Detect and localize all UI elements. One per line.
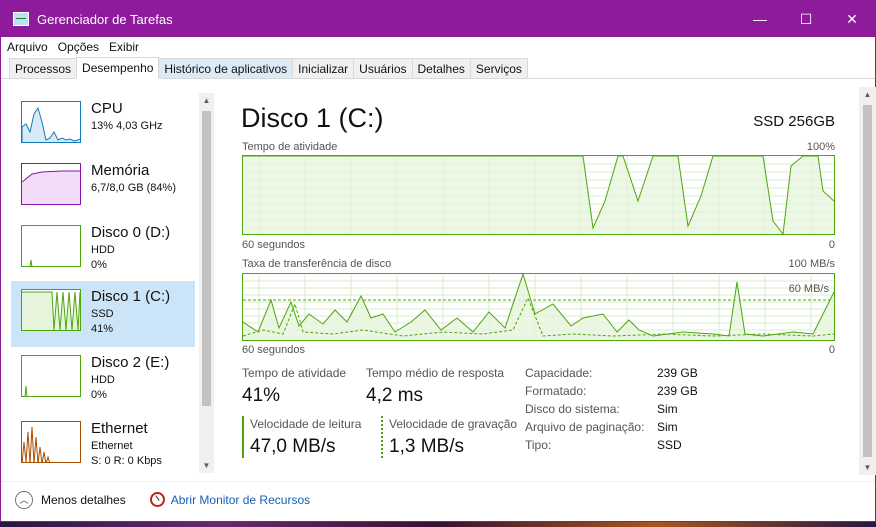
response-time-label: Tempo médio de resposta	[366, 366, 505, 380]
sidebar-item-disco-1[interactable]: Disco 1 (C:) SSD 41%	[11, 281, 195, 347]
tab-bar: Processos Desempenho Histórico de aplica…	[1, 57, 875, 79]
memory-thumbnail-graph	[21, 163, 81, 205]
menu-exibir[interactable]: Exibir	[109, 40, 139, 54]
read-speed-label: Velocidade de leitura	[250, 417, 362, 431]
tab-processos[interactable]: Processos	[9, 58, 78, 78]
sidebar-item-detail: 6,7/8,0 GB (84%)	[91, 182, 176, 194]
sidebar-item-detail: SSD	[91, 308, 114, 320]
sidebar-scrollbar[interactable]: ▲ ▼	[199, 93, 214, 473]
disk1-thumbnail-graph	[21, 289, 81, 331]
activity-time-graph	[242, 155, 835, 236]
maximize-button[interactable]: ☐	[783, 1, 829, 37]
property-value: 239 GB	[657, 366, 698, 380]
minimize-button[interactable]: —	[737, 1, 783, 37]
property-value: 239 GB	[657, 384, 698, 398]
write-speed-marker	[381, 416, 383, 458]
property-key: Formatado:	[525, 384, 587, 398]
disk2-thumbnail-graph	[21, 355, 81, 397]
sidebar-item-disco-0[interactable]: Disco 0 (D:) HDD 0%	[11, 217, 195, 283]
property-value: Sim	[657, 402, 678, 416]
scroll-up-arrow-icon[interactable]: ▲	[199, 93, 214, 108]
sidebar-item-value: 41%	[91, 323, 114, 335]
write-speed-value: 1,3 MB/s	[389, 436, 464, 457]
title-bar[interactable]: Gerenciador de Tarefas — ☐ ✕	[1, 1, 875, 37]
disk-model: SSD 256GB	[753, 113, 835, 130]
activity-graph-max: 100%	[806, 141, 835, 153]
tab-servicos[interactable]: Serviços	[469, 58, 528, 78]
open-resource-monitor-link[interactable]: Abrir Monitor de Recursos	[171, 493, 310, 507]
menu-arquivo[interactable]: Arquivo	[7, 40, 48, 54]
resource-monitor-icon[interactable]	[149, 492, 165, 507]
scroll-down-arrow-icon[interactable]: ▼	[859, 460, 876, 475]
sidebar-item-value: 0%	[91, 259, 107, 271]
tab-usuarios[interactable]: Usuários	[353, 58, 413, 78]
chevron-up-icon[interactable]: ︿	[15, 490, 33, 509]
transfer-graph-xlabel: 60 segundos	[242, 344, 305, 356]
sidebar-item-memoria[interactable]: Memória 6,7/8,0 GB (84%)	[11, 155, 195, 221]
activity-graph-label: Tempo de atividade	[242, 141, 338, 153]
scroll-down-arrow-icon[interactable]: ▼	[199, 458, 214, 473]
sidebar-item-label: Ethernet	[91, 420, 148, 437]
property-key: Capacidade:	[525, 366, 593, 380]
active-time-label: Tempo de atividade	[242, 366, 347, 380]
property-key: Arquivo de paginação:	[525, 420, 645, 434]
property-key: Disco do sistema:	[525, 402, 620, 416]
page-title: Disco 1 (C:)	[241, 103, 384, 133]
transfer-rate-graph	[242, 272, 835, 341]
sidebar-item-label: Disco 2 (E:)	[91, 354, 170, 371]
menu-opcoes[interactable]: Opções	[58, 40, 99, 54]
property-value: SSD	[657, 438, 682, 452]
scroll-up-arrow-icon[interactable]: ▲	[859, 87, 876, 102]
sidebar-item-detail: 13% 4,03 GHz	[91, 120, 163, 132]
disk0-thumbnail-graph	[21, 225, 81, 267]
performance-sidebar: CPU 13% 4,03 GHz Memória 6,7/8,0 GB (84%…	[11, 93, 199, 473]
main-scrollbar[interactable]: ▲ ▼	[859, 87, 876, 475]
sidebar-item-detail: HDD	[91, 374, 115, 386]
read-speed-marker	[242, 416, 244, 458]
activity-graph-min: 0	[828, 239, 835, 251]
sidebar-item-ethernet[interactable]: Ethernet Ethernet S: 0 R: 0 Kbps	[11, 413, 195, 473]
transfer-graph-min: 0	[828, 344, 835, 356]
tab-inicializar[interactable]: Inicializar	[292, 58, 355, 78]
sidebar-scroll-thumb[interactable]	[202, 111, 211, 406]
task-manager-window: Gerenciador de Tarefas — ☐ ✕ Arquivo Opç…	[0, 0, 876, 522]
disk-detail-panel: Disco 1 (C:) SSD 256GB Tempo de atividad…	[227, 93, 847, 473]
less-details-button[interactable]: Menos detalhes	[41, 493, 126, 507]
response-time-value: 4,2 ms	[366, 385, 424, 406]
sidebar-item-disco-2[interactable]: Disco 2 (E:) HDD 0%	[11, 347, 195, 413]
tab-detalhes[interactable]: Detalhes	[411, 58, 471, 78]
footer-bar: ︿ Menos detalhes Abrir Monitor de Recurs…	[1, 481, 875, 517]
cpu-thumbnail-graph	[21, 101, 81, 143]
sidebar-item-detail: Ethernet	[91, 440, 133, 452]
main-scroll-thumb[interactable]	[863, 105, 872, 457]
sidebar-item-label: Memória	[91, 162, 150, 179]
transfer-graph-ref: 60 MB/s	[788, 283, 829, 295]
sidebar-item-value: 0%	[91, 389, 107, 401]
sidebar-item-label: Disco 0 (D:)	[91, 224, 171, 241]
property-value: Sim	[657, 420, 678, 434]
tab-historico[interactable]: Histórico de aplicativos	[158, 58, 294, 78]
read-speed-value: 47,0 MB/s	[250, 436, 336, 457]
property-key: Tipo:	[525, 438, 552, 452]
active-time-value: 41%	[242, 385, 281, 406]
transfer-graph-max: 100 MB/s	[788, 258, 835, 270]
ethernet-thumbnail-graph	[21, 421, 81, 463]
write-speed-label: Velocidade de gravação	[389, 417, 518, 431]
sidebar-item-value: S: 0 R: 0 Kbps	[91, 455, 162, 467]
close-button[interactable]: ✕	[829, 1, 875, 37]
sidebar-item-label: Disco 1 (C:)	[91, 288, 171, 305]
tab-desempenho[interactable]: Desempenho	[76, 57, 160, 79]
sidebar-item-label: CPU	[91, 100, 123, 117]
transfer-graph-label: Taxa de transferência de disco	[242, 258, 392, 270]
activity-graph-xlabel: 60 segundos	[242, 239, 305, 251]
desktop-background-strip	[0, 522, 876, 527]
window-title: Gerenciador de Tarefas	[37, 11, 173, 27]
sidebar-item-cpu[interactable]: CPU 13% 4,03 GHz	[11, 93, 195, 159]
menu-bar: Arquivo Opções Exibir	[1, 37, 875, 57]
task-manager-icon	[13, 12, 29, 26]
sidebar-item-detail: HDD	[91, 244, 115, 256]
